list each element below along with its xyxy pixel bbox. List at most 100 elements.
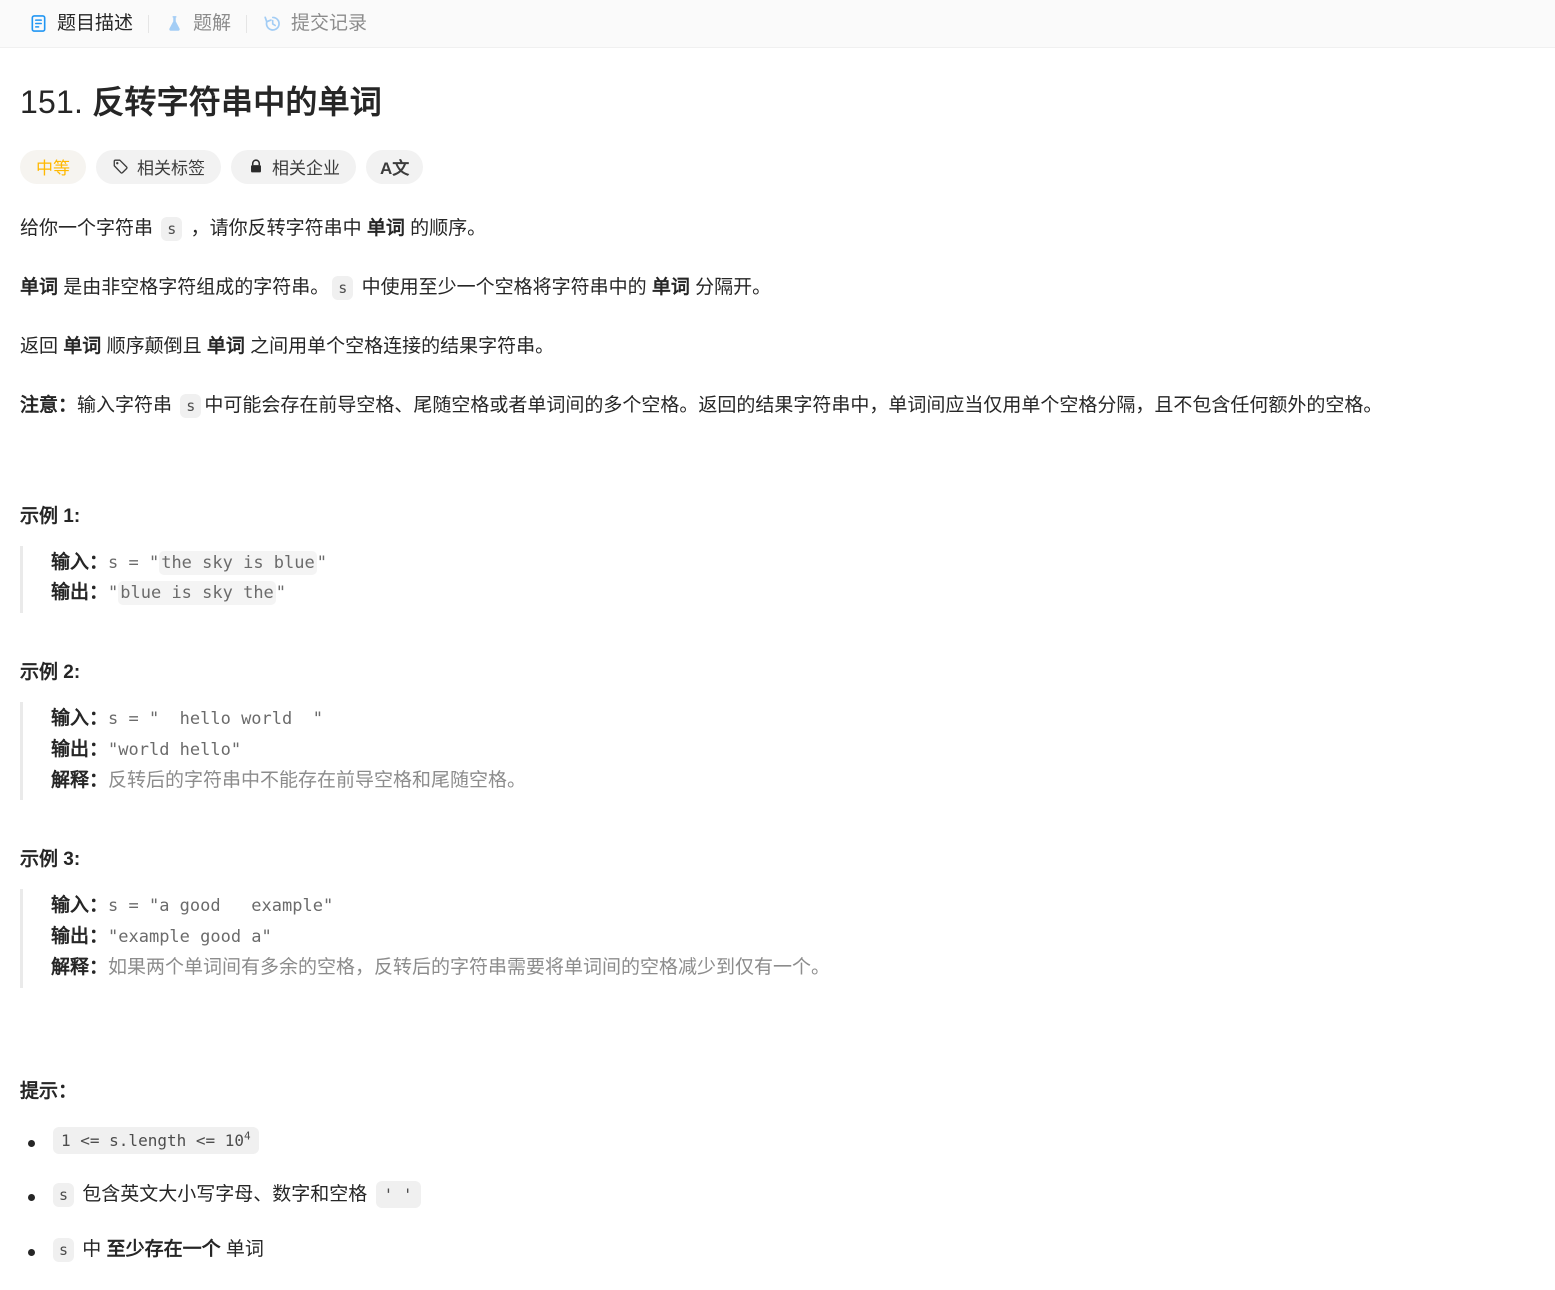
text: ，请你反转字符串中 bbox=[185, 217, 367, 239]
tab-bar: 题目描述 题解 提交记录 bbox=[0, 0, 1555, 48]
description-paragraph-3: 返回 单词 顺序颠倒且 单词 之间用单个空格连接的结果字符串。 bbox=[20, 330, 1535, 363]
note-label: 注意： bbox=[20, 395, 78, 417]
exponent: 4 bbox=[244, 1129, 251, 1143]
problem-meta-pills: 中等 相关标签 相关企业 A文 bbox=[20, 149, 1535, 184]
difficulty-badge[interactable]: 中等 bbox=[20, 149, 86, 184]
example-output-line: 输出："example good a" bbox=[51, 922, 1535, 953]
example-input-value: s = "a good example" bbox=[108, 896, 334, 917]
example-explanation-text: 如果两个单词间有多余的空格，反转后的字符串需要将单词间的空格减少到仅有一个。 bbox=[108, 956, 831, 978]
list-item: 1 <= s.length <= 104 bbox=[20, 1126, 1535, 1156]
text: 1 <= s.length <= 10 bbox=[61, 1130, 245, 1150]
tab-separator bbox=[148, 14, 150, 33]
text: 给你一个字符串 bbox=[20, 217, 159, 239]
emphasis: 单词 bbox=[20, 276, 59, 298]
text: 是由非空格字符组成的字符串。 bbox=[58, 276, 330, 298]
example-block-2: 输入：s = " hello world " 输出："world hello" … bbox=[20, 702, 1535, 801]
related-tags-label: 相关标签 bbox=[137, 159, 205, 179]
example-input-line: 输入：s = "a good example" bbox=[51, 891, 1535, 922]
example-output-label: 输出： bbox=[51, 738, 109, 760]
list-item: s 中 至少存在一个 单词 bbox=[20, 1236, 1535, 1265]
example-heading-3: 示例 3: bbox=[20, 849, 81, 871]
example-output-line: 输出："world hello" bbox=[51, 735, 1535, 766]
hints-list: 1 <= s.length <= 104 s 包含英文大小写字母、数字和空格 '… bbox=[20, 1126, 1535, 1265]
example-output-line: 输出：" blue is sky the " bbox=[51, 578, 1535, 609]
translate-icon: A文 bbox=[380, 159, 410, 179]
example-output-value: "example good a" bbox=[108, 927, 272, 948]
text: " bbox=[316, 552, 327, 573]
emphasis: 单词 bbox=[366, 217, 405, 239]
document-icon bbox=[28, 14, 48, 34]
emphasis: 单词 bbox=[206, 336, 245, 358]
example-explanation-text: 反转后的字符串中不能存在前导空格和尾随空格。 bbox=[108, 769, 527, 791]
text: " bbox=[108, 583, 119, 604]
hints-title: 提示： bbox=[20, 1080, 78, 1102]
example-input-label: 输入： bbox=[51, 551, 109, 573]
description-note: 注意：输入字符串 s 中可能会存在前导空格、尾随空格或者单词间的多个空格。返回的结… bbox=[20, 389, 1535, 422]
text: 输入字符串 bbox=[77, 395, 178, 417]
list-item: s 包含英文大小写字母、数字和空格 ' ' bbox=[20, 1181, 1535, 1210]
problem-name: 反转字符串中的单词 bbox=[92, 84, 382, 120]
description-paragraph-1: 给你一个字符串 s ，请你反转字符串中 单词 的顺序。 bbox=[20, 212, 1535, 245]
example-explanation-line: 解释：反转后的字符串中不能存在前导空格和尾随空格。 bbox=[51, 766, 1535, 797]
example-explanation-label: 解释： bbox=[51, 769, 109, 791]
example-input-value: the sky is blue bbox=[159, 550, 317, 575]
related-companies-button[interactable]: 相关企业 bbox=[231, 149, 356, 184]
example-input-line: 输入：s = " hello world " bbox=[51, 704, 1535, 735]
emphasis: 单词 bbox=[651, 276, 690, 298]
tab-description[interactable]: 题目描述 bbox=[18, 0, 143, 48]
page-title: 151. 反转字符串中的单词 bbox=[20, 82, 1535, 124]
example-input-value: s = " hello world " bbox=[108, 709, 323, 730]
problem-number: 151. bbox=[20, 84, 84, 120]
flask-icon bbox=[164, 14, 184, 34]
example-explanation-label: 解释： bbox=[51, 956, 109, 978]
lock-icon bbox=[247, 158, 264, 175]
inline-code-s: s bbox=[332, 275, 354, 300]
problem-content: 151. 反转字符串中的单词 中等 相关标签 相关企业 A文 给你一个字符串 s… bbox=[0, 82, 1555, 1264]
example-input-label: 输入： bbox=[51, 708, 109, 730]
example-heading-2: 示例 2: bbox=[20, 662, 81, 684]
example-block-3: 输入：s = "a good example" 输出："example good… bbox=[20, 889, 1535, 988]
inline-code-s: s bbox=[161, 216, 183, 241]
example-output-value: "world hello" bbox=[108, 739, 242, 760]
example-output-label: 输出： bbox=[51, 926, 109, 948]
example-input-label: 输入： bbox=[51, 895, 109, 917]
text: 包含英文大小写字母、数字和空格 bbox=[77, 1184, 373, 1206]
description-paragraph-2: 单词 是由非空格字符组成的字符串。 s 中使用至少一个空格将字符串中的 单词 分隔… bbox=[20, 271, 1535, 304]
example-input-line: 输入：s = " the sky is blue " bbox=[51, 548, 1535, 579]
text: 中 bbox=[77, 1238, 107, 1260]
related-companies-label: 相关企业 bbox=[272, 159, 340, 179]
emphasis: 至少存在一个 bbox=[106, 1238, 221, 1260]
text: 分隔开。 bbox=[689, 276, 772, 298]
text: " bbox=[275, 583, 287, 604]
text: 单词 bbox=[220, 1238, 264, 1260]
inline-code-space: ' ' bbox=[375, 1181, 421, 1209]
example-explanation-line: 解释：如果两个单词间有多余的空格，反转后的字符串需要将单词间的空格减少到仅有一个… bbox=[51, 953, 1535, 984]
text: s = " bbox=[108, 552, 160, 573]
text: 返回 bbox=[20, 336, 64, 358]
tab-separator bbox=[246, 14, 248, 33]
tab-description-label: 题目描述 bbox=[57, 13, 134, 34]
history-icon bbox=[262, 14, 282, 34]
example-heading-1: 示例 1: bbox=[20, 505, 81, 527]
emphasis: 单词 bbox=[63, 336, 102, 358]
tab-solution[interactable]: 题解 bbox=[154, 0, 241, 48]
tab-solution-label: 题解 bbox=[193, 13, 232, 34]
text: 中可能会存在前导空格、尾随空格或者单词间的多个空格。返回的结果字符串中，单词间应… bbox=[204, 395, 1383, 417]
text: 顺序颠倒且 bbox=[101, 336, 207, 358]
tab-submissions-label: 提交记录 bbox=[291, 13, 368, 34]
constraint-length-code: 1 <= s.length <= 104 bbox=[53, 1126, 259, 1154]
text: 之间用单个空格连接的结果字符串。 bbox=[244, 336, 555, 358]
inline-code-s: s bbox=[53, 1237, 75, 1262]
related-tags-button[interactable]: 相关标签 bbox=[96, 149, 221, 184]
text: 中使用至少一个空格将字符串中的 bbox=[356, 276, 652, 298]
inline-code-s: s bbox=[53, 1183, 75, 1208]
tab-submissions[interactable]: 提交记录 bbox=[252, 0, 377, 48]
example-output-value: blue is sky the bbox=[118, 581, 276, 606]
text: 的顺序。 bbox=[404, 217, 487, 239]
tag-icon bbox=[112, 158, 129, 175]
example-block-1: 输入：s = " the sky is blue " 输出：" blue is sky… bbox=[20, 545, 1535, 614]
difficulty-label: 中等 bbox=[36, 159, 70, 179]
example-output-label: 输出： bbox=[51, 582, 109, 604]
translate-button[interactable]: A文 bbox=[366, 149, 424, 184]
inline-code-s: s bbox=[180, 394, 202, 419]
